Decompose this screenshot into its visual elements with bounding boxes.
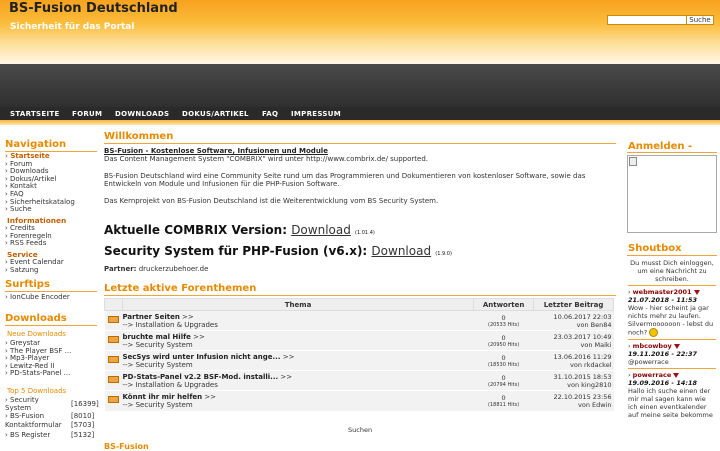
table-row[interactable]: SecSys wird unter Infusion nicht ange...… (104, 350, 614, 371)
folder-icon (107, 376, 119, 383)
search-button[interactable]: Suche (686, 15, 714, 25)
security-version: Security System für PHP-Fusion (v6.x): D… (104, 244, 452, 258)
top-download-item[interactable]: › Security System [16399] (5, 396, 99, 413)
top-downloads-heading: Top 5 Downloads (7, 387, 67, 395)
top-download-item[interactable]: › BS Register [5132] (5, 431, 97, 441)
shoutbox: Du musst Dich einloggen, um eine Nachric… (628, 259, 716, 419)
combrix-download-link[interactable]: Download (291, 223, 351, 237)
intro-line: BS-Fusion Deutschland wird eine Communit… (104, 172, 586, 188)
shout-user[interactable]: mbcowboy (633, 342, 672, 350)
folder-icon (107, 356, 119, 363)
security-download-link[interactable]: Download (371, 244, 431, 258)
site-header: BS-Fusion Deutschland Sicherheit für das… (0, 0, 720, 107)
arrow-down-icon (673, 343, 680, 349)
divider (5, 325, 97, 326)
topic-link[interactable]: Könnt ihr mir helfen (122, 393, 202, 401)
image-icon (629, 157, 637, 166)
forum-heading: Letzte aktive Forenthemen (104, 283, 257, 294)
topic-link[interactable]: Partner Seiten (122, 313, 179, 321)
navigation-heading: Navigation (5, 139, 67, 150)
nav-startseite[interactable]: STARTSEITE (10, 110, 60, 118)
downloads-heading: Downloads (5, 313, 67, 324)
download-link[interactable]: › PD-Stats-Panel ... (5, 370, 97, 378)
nav-link-rss[interactable]: › RSS Feeds (5, 239, 97, 248)
forum-table: Thema Antworten Letzter Beitrag Partner … (104, 298, 614, 411)
intro-line: Das Content Management System "COMBRIX" … (104, 155, 428, 163)
table-row[interactable]: PD-Stats-Panel v2.2 BSF-Mod. installi...… (104, 370, 614, 391)
table-row[interactable]: Könnt ihr mir helfen >> --> Security Syst… (104, 390, 614, 411)
table-header: Thema Antworten Letzter Beitrag (104, 298, 614, 311)
arrow-down-icon (673, 372, 680, 378)
partner-line: Partner: druckerzubehoer.de (104, 265, 209, 273)
divider (627, 152, 717, 153)
shout-user[interactable]: webmaster2001 (633, 288, 692, 296)
main-nav: STARTSEITE FORUM DOWNLOADS DOKUS/ARTIKEL… (0, 107, 720, 120)
site-title[interactable]: BS-Fusion Deutschland (9, 1, 178, 16)
folder-icon (107, 316, 119, 323)
col-antworten: Antworten (473, 298, 535, 311)
shout-item: › powerrace 19.09.2016 - 14:18 Hallo ich… (628, 371, 713, 419)
topic-link[interactable]: PD-Stats-Panel v2.2 BSF-Mod. installi... (122, 373, 278, 381)
top-downloads-list: › Security System [16399] › BS-Fusion [801… (5, 396, 99, 441)
table-row[interactable]: Partner Seiten >> --> Installation & Upgr… (104, 310, 614, 331)
divider (628, 368, 716, 369)
navigation-list: › Startseite › Forum › Downloads › Dokus… (5, 152, 97, 214)
divider (5, 291, 97, 292)
nav-stripe (0, 120, 720, 125)
nav-link-satzung[interactable]: › Satzung (5, 266, 97, 275)
table-row[interactable]: bruchte mal Hilfe >> --> Security System … (104, 330, 614, 351)
folder-icon (107, 336, 119, 343)
nav-faq[interactable]: FAQ (262, 110, 278, 118)
search-input[interactable] (607, 15, 687, 25)
divider (104, 295, 616, 296)
topic-link[interactable]: bruchte mal Hilfe (122, 333, 190, 341)
shoutbox-heading: Shoutbox (628, 243, 682, 254)
shout-item: › webmaster2001 21.07.2018 - 11:53 Wow -… (628, 288, 714, 337)
shout-user[interactable]: powerrace (633, 371, 672, 379)
broken-image (627, 155, 717, 233)
nav-forum[interactable]: FORUM (72, 110, 102, 118)
nav-downloads[interactable]: DOWNLOADS (115, 110, 169, 118)
info-list: › Credits › Forenregeln › RSS Feeds (5, 224, 97, 248)
intro-text: BS-Fusion - Kostenlose Software, Infusio… (104, 147, 614, 205)
divider (628, 339, 716, 340)
nav-link-suche[interactable]: › Suche (5, 205, 97, 214)
combrix-version: Aktuelle COMBRIX Version: Download (1.01… (104, 223, 375, 237)
new-downloads-heading: Neue Downloads (7, 330, 66, 338)
login-heading: Anmelden - (628, 141, 693, 152)
col-letzter-beitrag: Letzter Beitrag (533, 298, 614, 311)
intro-headline[interactable]: BS-Fusion - Kostenlose Software, Infusio… (104, 147, 614, 155)
link-ioncube[interactable]: › IonCube Encoder (5, 293, 97, 302)
surftips-heading: Surftips (5, 279, 50, 290)
nav-impressum[interactable]: IMPRESSUM (291, 110, 341, 118)
divider (628, 285, 716, 286)
surftips-list: › IonCube Encoder (5, 293, 97, 302)
welcome-heading: Willkommen (104, 131, 174, 142)
forum-search-link[interactable]: Suchen (348, 426, 372, 434)
new-downloads-list: › Greystar › The Player BSF ... › Mp3-Pl… (5, 339, 97, 378)
arrow-down-icon (693, 289, 700, 295)
col-thema: Thema (121, 298, 475, 311)
nav-dokus-artikel[interactable]: DOKUS/ARTIKEL (182, 110, 249, 118)
divider (104, 143, 616, 144)
service-list: › Event Calendar › Satzung (5, 258, 97, 275)
divider (627, 255, 717, 256)
folder-icon (107, 396, 119, 404)
smiley-icon (649, 328, 659, 337)
intro-line: Das Kernprojekt von BS-Fusion Deutschlan… (104, 197, 439, 205)
shout-item: › mbcowboy 19.11.2016 - 22:37 @powerrace (628, 342, 698, 366)
topic-link[interactable]: SecSys wird unter Infusion nicht ange... (122, 353, 280, 361)
partner-link[interactable]: druckerzubehoer.de (139, 265, 209, 273)
site-subtitle: Sicherheit für das Portal (10, 22, 135, 32)
shout-intro: Du musst Dich einloggen, um eine Nachric… (630, 259, 714, 283)
